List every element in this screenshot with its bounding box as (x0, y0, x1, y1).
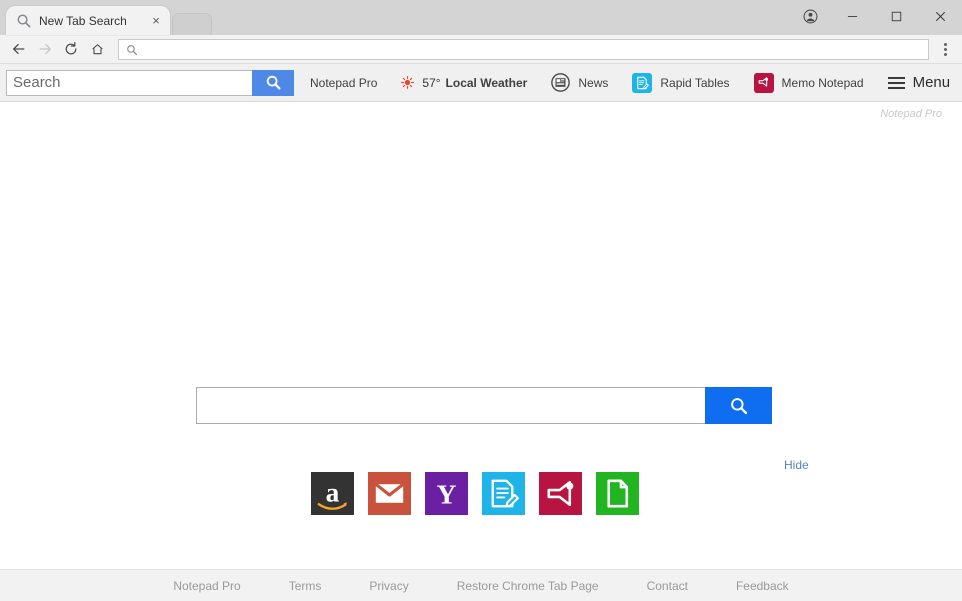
search-icon (126, 43, 139, 56)
back-arrow-icon[interactable] (6, 36, 32, 62)
forward-arrow-icon (32, 36, 58, 62)
main-search-input[interactable] (196, 387, 705, 424)
weather-temperature: 57° (422, 75, 441, 90)
title-bar: New Tab Search × (0, 0, 962, 35)
footer-link-terms[interactable]: Terms (289, 579, 322, 593)
magnifier-icon (266, 75, 281, 90)
memo-icon (753, 72, 774, 93)
tab-title: New Tab Search (39, 13, 127, 28)
tab-strip: New Tab Search × (0, 0, 212, 35)
tile-new-document[interactable] (596, 472, 639, 515)
page-content: Notepad Pro Hide a Y (0, 102, 962, 569)
hide-link[interactable]: Hide (784, 458, 809, 472)
maximize-button[interactable] (874, 0, 918, 32)
home-icon[interactable] (84, 36, 110, 62)
minimize-button[interactable] (830, 0, 874, 32)
ext-link-rapid-tables[interactable]: Rapid Tables (632, 72, 730, 93)
ext-link-label: News (578, 75, 609, 90)
main-search-button[interactable] (705, 387, 772, 424)
browser-window: New Tab Search × Search Notepad Pro 57° … (0, 0, 962, 601)
browser-tab[interactable]: New Tab Search × (6, 6, 170, 35)
page-brand: Notepad Pro (880, 108, 942, 120)
tile-yahoo[interactable]: Y (425, 472, 468, 515)
ext-link-notepad-pro[interactable]: Notepad Pro (310, 76, 377, 90)
extension-menu-label: Menu (912, 74, 951, 91)
memo-icon (547, 480, 574, 507)
profile-icon[interactable] (790, 0, 830, 32)
search-icon (16, 13, 32, 29)
hamburger-icon (887, 76, 905, 89)
extension-links: Notepad Pro 57° Local Weather News Rapid… (310, 72, 888, 93)
ext-link-label: Local Weather (445, 75, 528, 90)
footer-link-contact[interactable]: Contact (647, 579, 688, 593)
extension-menu-button[interactable]: Menu (887, 74, 951, 91)
browser-toolbar (0, 35, 962, 64)
sun-icon (401, 76, 415, 89)
footer-link-restore-chrome-tab-page[interactable]: Restore Chrome Tab Page (457, 579, 599, 593)
ext-link-news[interactable]: News (551, 73, 608, 92)
document-icon (607, 479, 629, 508)
envelope-icon (374, 482, 405, 503)
new-tab-button[interactable] (172, 13, 212, 35)
svg-text:Y: Y (437, 479, 457, 509)
footer-link-notepad-pro[interactable]: Notepad Pro (173, 579, 240, 593)
tile-amazon[interactable]: a (311, 472, 354, 515)
notepad-icon (491, 479, 519, 508)
yahoo-icon: Y (437, 479, 457, 509)
extension-toolbar: Search Notepad Pro 57° Local Weather New… (0, 64, 962, 102)
newspaper-icon (551, 73, 571, 92)
address-bar[interactable] (118, 38, 929, 60)
ext-link-label: Notepad Pro (310, 75, 378, 90)
close-icon[interactable]: × (148, 13, 164, 29)
main-search-box (196, 387, 772, 424)
ext-link-label: Rapid Tables (660, 75, 730, 90)
window-controls (790, 0, 962, 32)
tile-gmail[interactable] (368, 472, 411, 515)
close-window-button[interactable] (918, 0, 962, 32)
svg-text:a: a (326, 477, 340, 507)
ext-link-local-weather[interactable]: 57° Local Weather (401, 76, 527, 90)
three-dots-icon[interactable] (934, 37, 956, 61)
search-button[interactable] (252, 69, 294, 96)
tile-rapid-tables[interactable] (482, 472, 525, 515)
search-input[interactable]: Search (6, 69, 252, 96)
ext-link-label: Memo Notepad (781, 75, 864, 90)
page-footer: Notepad Pro Terms Privacy Restore Chrome… (0, 569, 962, 601)
amazon-icon: a (317, 477, 347, 510)
notepad-icon (632, 72, 653, 93)
footer-link-privacy[interactable]: Privacy (369, 579, 408, 593)
reload-icon[interactable] (58, 36, 84, 62)
magnifier-icon (730, 397, 747, 414)
footer-link-feedback[interactable]: Feedback (736, 579, 789, 593)
ext-link-memo-notepad[interactable]: Memo Notepad (753, 72, 864, 93)
extension-search: Search (6, 69, 294, 96)
tile-memo-notepad[interactable] (539, 472, 582, 515)
shortcut-tiles: a Y (311, 472, 639, 515)
